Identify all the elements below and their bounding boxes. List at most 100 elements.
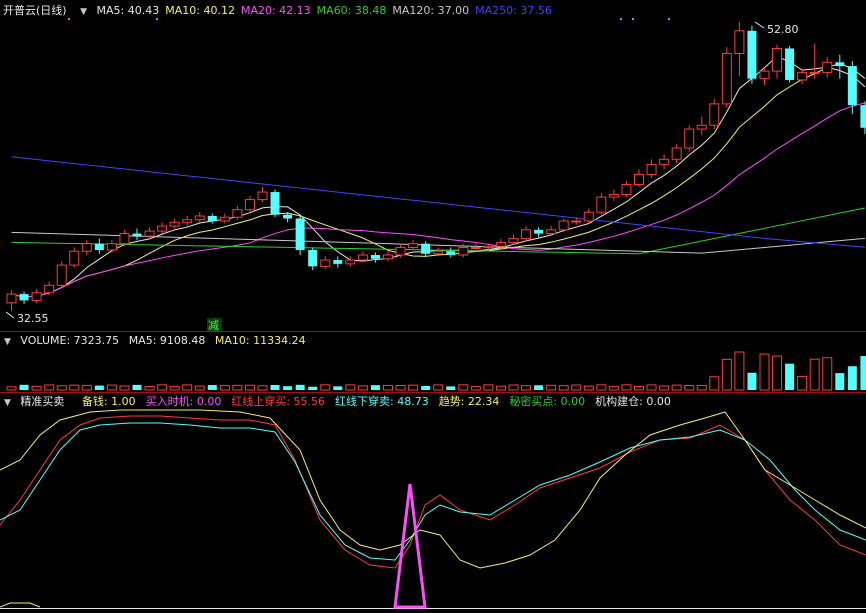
volume-bar: [357, 385, 368, 391]
volume-bar: [696, 384, 707, 391]
volume-bar: [734, 351, 745, 391]
cyan-line: [0, 422, 866, 561]
volume-bar: [244, 384, 255, 391]
candle-body: [370, 255, 380, 259]
volume-bar: [119, 385, 130, 391]
volume-bar: [219, 385, 230, 391]
volume-bar: [433, 384, 444, 391]
candle-body: [721, 52, 732, 105]
volume-bar: [797, 375, 808, 391]
volume-bar: [508, 384, 519, 391]
volume-bar: [822, 357, 833, 391]
candle-body: [534, 229, 544, 234]
candle-body: [395, 246, 406, 256]
stock-chart[interactable]: 52.80 32.55 减: [0, 0, 866, 613]
candle-body: [571, 220, 582, 223]
volume-bar: [370, 385, 380, 390]
volume-bar: [495, 385, 506, 391]
volume-bar: [308, 386, 318, 390]
volume-bar: [446, 386, 456, 390]
volume-bar: [194, 385, 205, 391]
candle-body: [207, 215, 217, 222]
candle-body: [521, 229, 532, 240]
volume-bar: [634, 385, 644, 391]
volume-bar: [671, 384, 682, 391]
candle-body: [244, 199, 255, 211]
volume-bar: [847, 366, 857, 390]
low-price-label: 32.55: [17, 312, 49, 325]
volume-bar: [6, 386, 17, 391]
candle-body: [219, 216, 230, 222]
volume-bar: [759, 353, 770, 391]
volume-bar: [345, 384, 356, 391]
candle-body: [558, 220, 569, 231]
candle-body: [383, 254, 393, 260]
volume-bar: [659, 385, 670, 391]
volume-bar: [56, 385, 67, 391]
red-line: [0, 415, 866, 569]
candle-body: [608, 194, 619, 198]
candle-body: [19, 294, 29, 301]
volume-bar: [534, 385, 544, 390]
volume-bar: [19, 384, 29, 390]
candle-body: [646, 163, 657, 175]
volume-bar: [169, 386, 180, 391]
candle-body: [759, 70, 770, 80]
volume-bar: [395, 385, 406, 391]
candle-body: [483, 245, 494, 248]
volume-bar: [470, 386, 481, 391]
candle-body: [157, 225, 168, 232]
volume-bar: [809, 358, 820, 391]
candle-body: [659, 158, 670, 165]
volume-bar: [232, 384, 243, 391]
volume-bar: [106, 384, 117, 391]
candle-body: [684, 128, 695, 149]
candle-body: [232, 209, 243, 218]
volume-bar: [583, 385, 594, 391]
candle-body: [295, 218, 305, 250]
volume-bar: [558, 385, 569, 391]
candle-body: [583, 211, 594, 222]
candle-body: [69, 250, 80, 266]
candle-body: [169, 221, 180, 227]
candle-body: [634, 173, 644, 185]
yellow-trend-line: [0, 409, 866, 569]
volume-bar: [596, 384, 607, 391]
volume-bar: [69, 384, 80, 391]
candle-body: [747, 30, 757, 79]
candle-body: [446, 251, 456, 256]
candle-body: [94, 243, 104, 250]
volume-bar: [207, 385, 217, 390]
volume-bar: [132, 384, 142, 390]
volume-bar: [646, 384, 657, 391]
volume-bar: [320, 384, 331, 391]
volume-bar: [747, 372, 757, 390]
candle-body: [408, 243, 419, 248]
volume-bar: [408, 384, 419, 391]
candle-body: [106, 243, 117, 251]
candle-body: [144, 230, 155, 237]
volume-bar: [31, 385, 42, 391]
event-tag[interactable]: 减: [208, 319, 219, 332]
volume-bar: [383, 384, 393, 391]
low-marker: 32.55: [5, 311, 49, 325]
candle-body: [596, 196, 607, 213]
candle-body: [860, 105, 866, 128]
candle-body: [709, 103, 720, 126]
volume-bar: [772, 355, 783, 391]
candle-body: [734, 30, 745, 54]
candle-body: [458, 246, 469, 256]
high-marker: 52.80: [754, 21, 799, 36]
candle-body: [132, 233, 142, 237]
volume-bar: [571, 384, 582, 391]
volume-bar: [157, 384, 168, 391]
volume-bar: [44, 384, 55, 391]
volume-bar: [257, 385, 268, 391]
volume-bar: [521, 385, 532, 391]
candle-body: [421, 243, 431, 254]
candle-body: [671, 147, 682, 160]
candle-body: [31, 292, 42, 301]
volume-bar: [458, 384, 469, 391]
ma20-line: [11, 102, 866, 298]
candle-body: [283, 214, 293, 219]
